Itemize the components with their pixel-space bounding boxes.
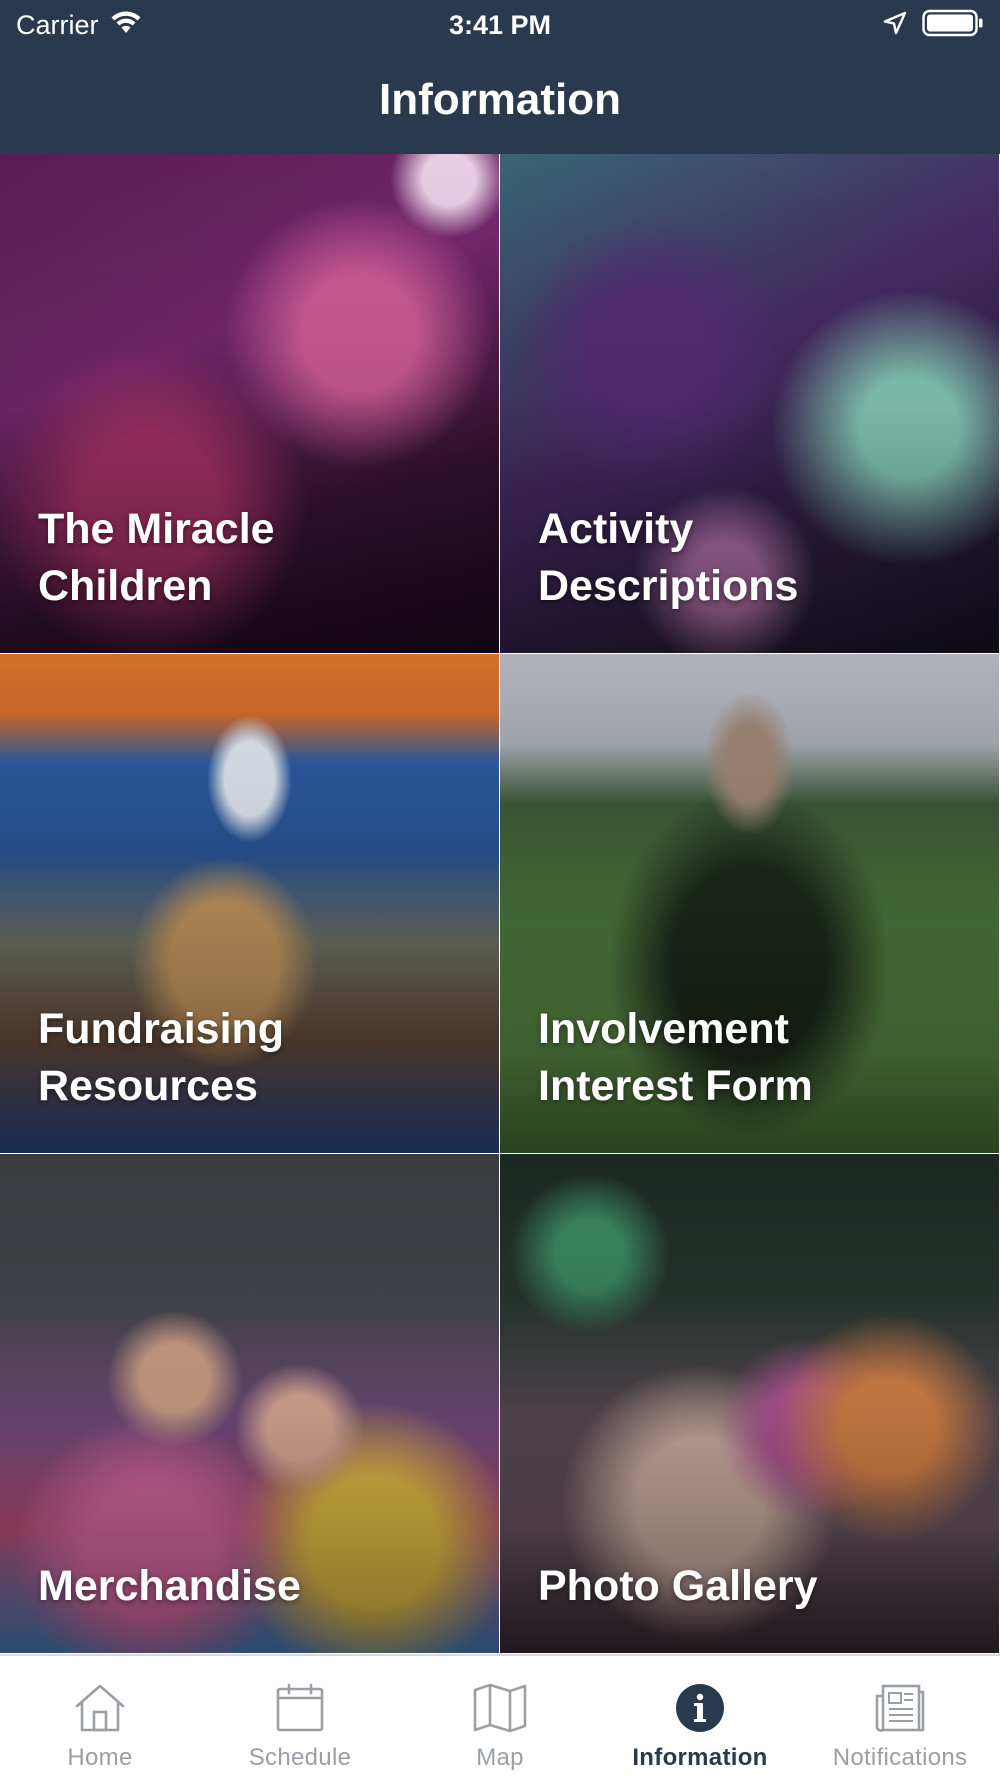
tile-label: Photo Gallery	[538, 1562, 818, 1610]
status-bar: Carrier 3:41 PM	[0, 0, 1000, 50]
tile-label: The Miracle Children	[38, 505, 275, 610]
info-icon	[672, 1680, 728, 1736]
status-right	[882, 8, 984, 42]
map-icon	[472, 1680, 528, 1736]
newspaper-icon	[872, 1680, 928, 1736]
info-tile-grid: The Miracle Children Activity Descriptio…	[0, 154, 1000, 1654]
battery-icon	[922, 9, 984, 42]
tile-activity-descriptions[interactable]: Activity Descriptions	[500, 154, 1000, 654]
tab-information[interactable]: Information	[600, 1656, 800, 1778]
tab-home[interactable]: Home	[0, 1656, 200, 1778]
tile-fundraising-resources[interactable]: Fundraising Resources	[0, 654, 500, 1154]
tab-bar: Home Schedule Map Information Notificati…	[0, 1654, 1000, 1778]
tile-merchandise[interactable]: Merchandise	[0, 1154, 500, 1654]
nav-header: Carrier 3:41 PM Information	[0, 0, 1000, 154]
tab-label: Information	[632, 1744, 768, 1771]
tab-label: Notifications	[832, 1744, 968, 1771]
tab-schedule[interactable]: Schedule	[200, 1656, 400, 1778]
page-title: Information	[379, 75, 621, 124]
tile-miracle-children[interactable]: The Miracle Children	[0, 154, 500, 654]
home-icon	[72, 1680, 128, 1736]
tab-label: Schedule	[248, 1744, 352, 1771]
tab-notifications[interactable]: Notifications	[800, 1656, 1000, 1778]
location-arrow-icon	[882, 10, 908, 41]
information-screen: Carrier 3:41 PM Information The Miracle …	[0, 0, 1000, 1778]
calendar-icon	[272, 1680, 328, 1736]
tile-label: Merchandise	[38, 1562, 301, 1610]
status-time: 3:41 PM	[448, 10, 552, 40]
tab-map[interactable]: Map	[400, 1656, 600, 1778]
tab-label: Map	[476, 1744, 524, 1771]
tile-label: Activity Descriptions	[538, 505, 799, 610]
tile-label: Fundraising Resources	[38, 1005, 285, 1110]
tile-photo-gallery[interactable]: Photo Gallery	[500, 1154, 1000, 1654]
tile-label: Involvement Interest Form	[538, 1005, 813, 1110]
tab-label: Home	[67, 1744, 133, 1771]
tile-involvement-interest-form[interactable]: Involvement Interest Form	[500, 654, 1000, 1154]
